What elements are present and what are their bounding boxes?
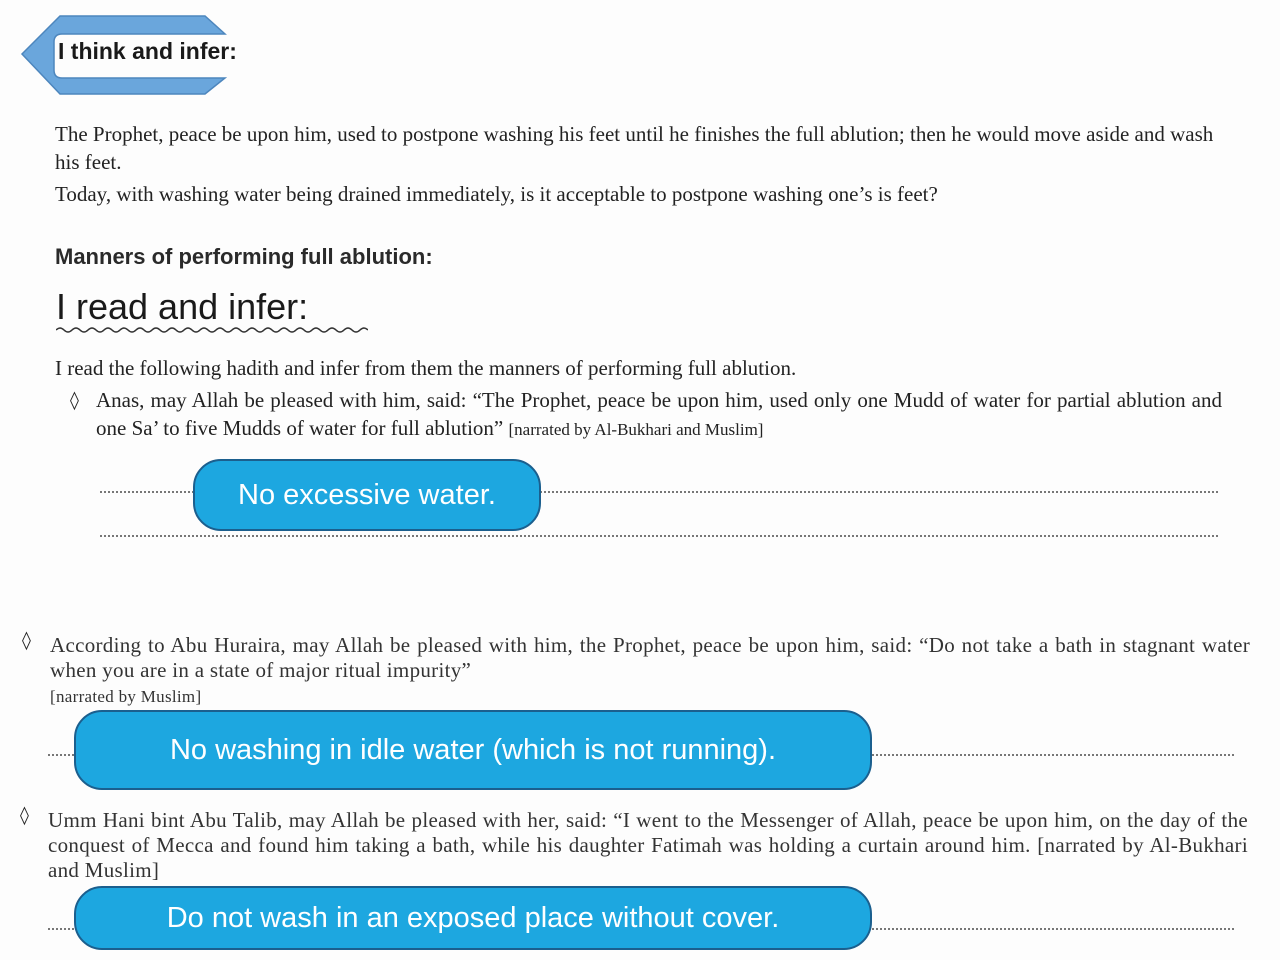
hadith-umm-hani: Umm Hani bint Abu Talib, may Allah be pl… [48,808,1248,882]
answer-callout-2: No washing in idle water (which is not r… [74,710,872,790]
subheading-read-infer: I read and infer: [56,286,309,327]
hadith-anas-source: [narrated by Al-Bukhari and Muslim] [508,420,764,439]
answer-callout-1: No excessive water. [193,459,541,531]
wavy-underline [56,327,368,333]
hadith-abu-huraira: According to Abu Huraira, may Allah be p… [50,633,1250,709]
paragraph-question: Today, with washing water being drained … [55,182,938,206]
answer-line [100,535,1218,537]
answer-callout-3: Do not wash in an exposed place without … [74,886,872,950]
hadith-abu-huraira-source: [narrated by Muslim] [50,687,202,706]
diamond-bullet-icon: ◊ [70,390,79,411]
paragraph-prophet-feet: The Prophet, peace be upon him, used to … [55,122,1214,174]
diamond-bullet-icon: ◊ [22,630,31,651]
diamond-bullet-icon: ◊ [20,805,29,826]
section-heading: Manners of performing full ablution: [55,244,433,269]
section-banner-title: I think and infer: [58,38,237,64]
intro-text: I read the following hadith and infer fr… [55,356,797,380]
hadith-abu-huraira-text: According to Abu Huraira, may Allah be p… [50,633,1250,682]
hadith-anas: Anas, may Allah be pleased with him, sai… [96,386,1222,444]
